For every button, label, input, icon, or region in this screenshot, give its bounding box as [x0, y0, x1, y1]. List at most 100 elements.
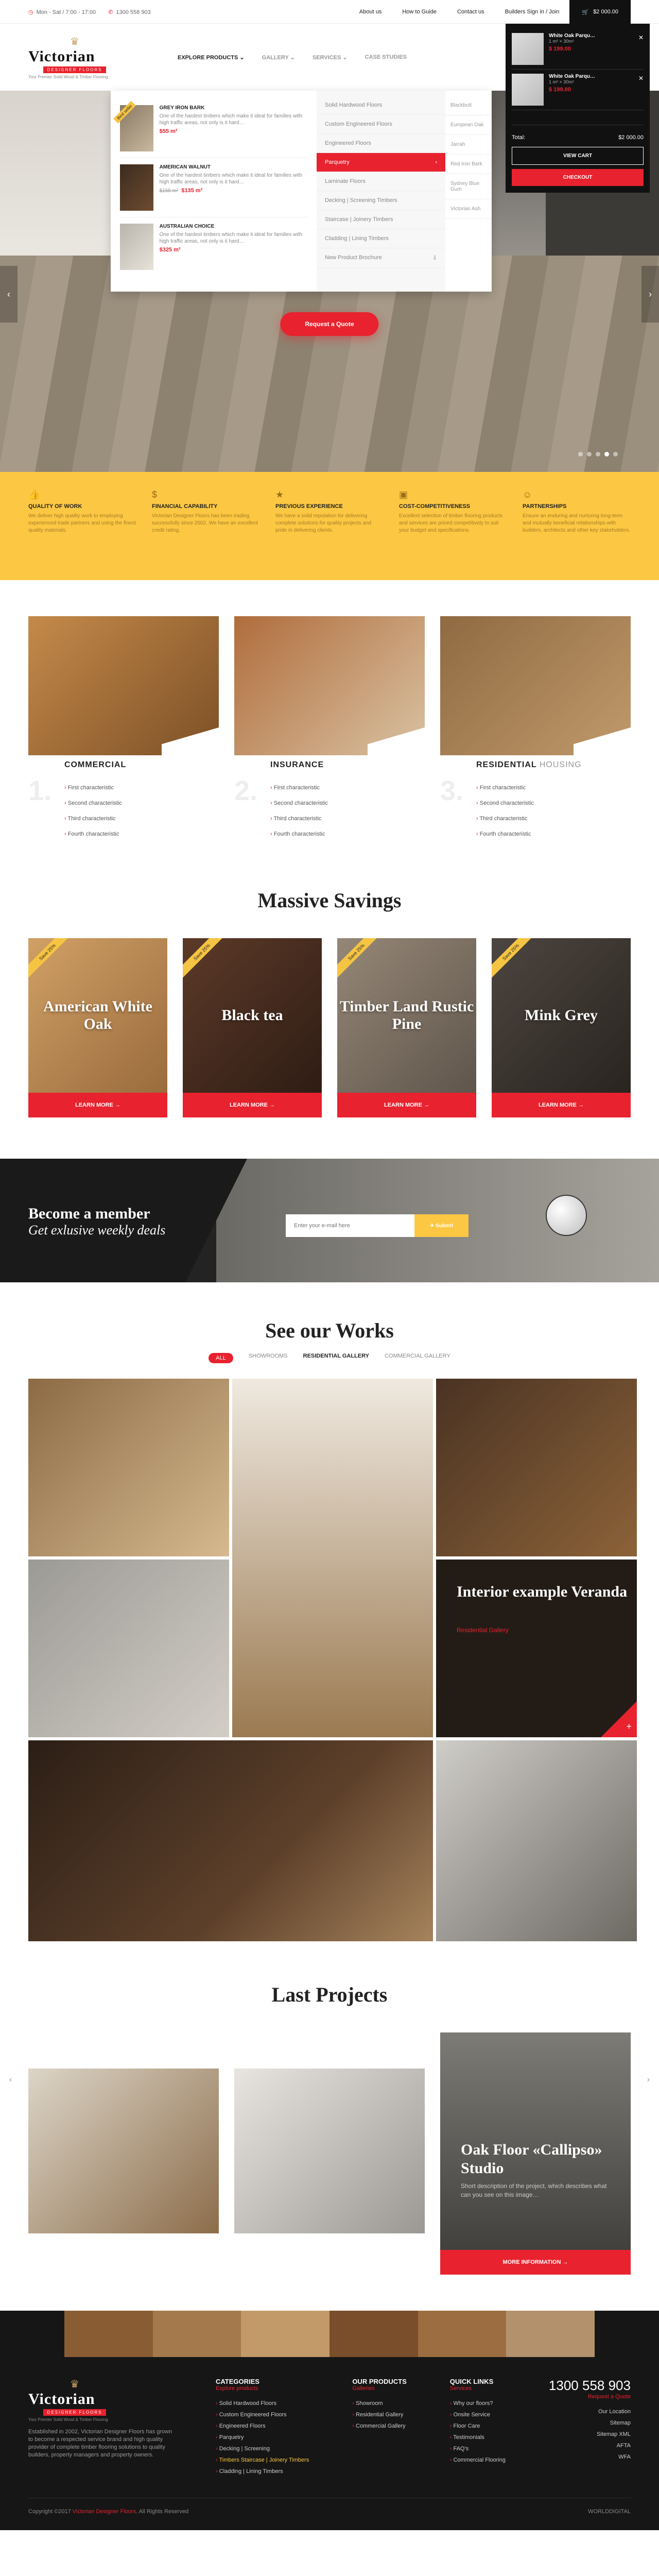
menu-product[interactable]: American Walnut One of the hardest timber…: [120, 158, 307, 217]
footer-link[interactable]: WFA: [549, 2451, 631, 2463]
learn-more-button[interactable]: Learn more →: [337, 1093, 476, 1117]
gallery-image[interactable]: [28, 1740, 433, 1941]
footer-link[interactable]: Solid Hardwood Floors: [216, 2398, 309, 2409]
menu-category[interactable]: Staircase | Joinery Timbers: [317, 210, 445, 229]
filter-showrooms[interactable]: Showrooms: [249, 1353, 288, 1363]
menu-subcategory[interactable]: Blackbutt: [445, 96, 492, 115]
plus-icon[interactable]: +: [601, 1701, 637, 1737]
phone[interactable]: ✆ 1300 558 903: [108, 9, 151, 15]
saving-card[interactable]: Save 25% Mink Grey Learn more →: [492, 938, 631, 1117]
learn-more-button[interactable]: Learn more →: [492, 1093, 631, 1117]
menu-subcategory[interactable]: Sydney Blue Gum: [445, 174, 492, 199]
footer-link[interactable]: Sitemap XML: [549, 2429, 631, 2440]
footer-link[interactable]: Our Location: [549, 2406, 631, 2417]
menu-category[interactable]: Laminate Floors: [317, 172, 445, 191]
link-builders[interactable]: Builders Sign in / Join: [495, 9, 570, 15]
footer-link[interactable]: Timbers Staircase | Joinery Timbers: [216, 2454, 309, 2466]
learn-more-button[interactable]: Learn more →: [183, 1093, 322, 1117]
gallery-image[interactable]: [436, 1740, 637, 1941]
gallery-image[interactable]: [436, 1379, 637, 1556]
footer-link[interactable]: Engineered Floors: [216, 2420, 309, 2432]
footer-link[interactable]: Sitemap: [549, 2417, 631, 2429]
filter-all[interactable]: All: [209, 1353, 233, 1363]
remove-item-icon[interactable]: ✕: [638, 75, 644, 82]
nav-services[interactable]: Services ⌄: [313, 54, 348, 61]
view-cart-button[interactable]: View Cart: [512, 147, 644, 165]
slider-dot[interactable]: [587, 452, 592, 456]
footer-link[interactable]: Commercial Gallery: [352, 2420, 406, 2432]
project-image[interactable]: [234, 2069, 425, 2233]
gallery-image[interactable]: [28, 1379, 229, 1556]
more-information-button[interactable]: More information →: [440, 2250, 631, 2275]
link-about[interactable]: About us: [349, 9, 392, 15]
menu-category[interactable]: New Product Brochure ⇩: [317, 248, 445, 268]
projects-next-icon[interactable]: ›: [647, 2075, 650, 2084]
menu-category[interactable]: Custom Engineered Floors: [317, 115, 445, 134]
footer-link[interactable]: Testimonials: [450, 2432, 506, 2443]
footer-phone[interactable]: 1300 558 903: [549, 2378, 631, 2394]
menu-product[interactable]: Best seller Grey Iron Bark One of the har…: [113, 99, 307, 158]
footer-link[interactable]: Decking | Screening: [216, 2443, 309, 2454]
cart-button[interactable]: 🛒 $2 000.00: [569, 0, 631, 24]
footer-logo[interactable]: ♛ Victorian DESIGNER FLOORS Your Premier…: [28, 2378, 142, 2422]
logo[interactable]: ♛ Victorian DESIGNER FLOORS Your Premier…: [28, 35, 142, 79]
menu-category[interactable]: Engineered Floors: [317, 134, 445, 153]
filter-commercial[interactable]: Commercial Gallery: [385, 1353, 450, 1363]
submit-button[interactable]: ✈ Submit: [414, 1214, 469, 1237]
strip-image[interactable]: [152, 2311, 241, 2357]
footer-link[interactable]: Custom Engineered Floors: [216, 2409, 309, 2420]
projects-prev-icon[interactable]: ‹: [9, 2075, 12, 2084]
slider-prev-icon[interactable]: ‹: [0, 266, 18, 323]
filter-residential[interactable]: Residential Gallery: [303, 1353, 369, 1363]
footer-link[interactable]: FAQ's: [450, 2443, 506, 2454]
nav-case-studies[interactable]: Case Studies: [365, 54, 407, 61]
checkout-button[interactable]: Checkout: [512, 169, 644, 186]
gallery-image[interactable]: [232, 1379, 433, 1737]
service-card[interactable]: 2. Insurance First characteristicSecond …: [234, 616, 425, 842]
strip-image[interactable]: [64, 2311, 153, 2357]
link-guide[interactable]: How to Guide: [392, 9, 447, 15]
credit-logo[interactable]: WORLDDIGITAL: [588, 2509, 631, 2515]
nav-explore-products[interactable]: Explore Products ⌄: [178, 54, 245, 61]
footer-link[interactable]: Commercial Flooring: [450, 2454, 505, 2466]
saving-card[interactable]: Save 25% American White Oak Learn more →: [28, 938, 167, 1117]
footer-link[interactable]: Cladding | Lining Timbers: [216, 2466, 309, 2477]
menu-subcategory[interactable]: Victorian Ash: [445, 199, 492, 219]
service-card[interactable]: 1. Commercial First characteristicSecond…: [28, 616, 219, 842]
slider-dot[interactable]: [596, 452, 600, 456]
gallery-feature[interactable]: Interior example Veranda Residential Gal…: [436, 1560, 637, 1737]
saving-card[interactable]: Save 25% Timber Land Rustic Pine Learn mo…: [337, 938, 476, 1117]
menu-product[interactable]: Australian Choice One of the hardest timb…: [120, 217, 307, 276]
menu-category[interactable]: Solid Hardwood Floors: [317, 96, 445, 115]
strip-image[interactable]: [506, 2311, 595, 2357]
slider-dot[interactable]: [604, 452, 609, 456]
link-contact[interactable]: Contact us: [447, 9, 495, 15]
slider-next-icon[interactable]: ›: [641, 266, 659, 323]
saving-card[interactable]: Save 25% Black tea Learn more →: [183, 938, 322, 1117]
gallery-image[interactable]: [28, 1560, 229, 1737]
menu-category-active[interactable]: Parquetry ›: [317, 153, 445, 172]
menu-category[interactable]: Cladding | Lining Timbers: [317, 229, 445, 248]
menu-subcategory[interactable]: Red Iron Bark: [445, 155, 492, 174]
strip-image[interactable]: [418, 2311, 507, 2357]
footer-link[interactable]: Residential Gallery: [352, 2409, 406, 2420]
request-quote-button[interactable]: Request a Quote: [280, 312, 379, 336]
strip-image[interactable]: [241, 2311, 330, 2357]
slider-dot[interactable]: [578, 452, 583, 456]
email-field[interactable]: [286, 1214, 414, 1237]
footer-link[interactable]: AFTA: [549, 2440, 631, 2451]
strip-image[interactable]: [330, 2311, 418, 2357]
nav-gallery[interactable]: Gallery ⌄: [262, 54, 295, 61]
menu-category[interactable]: Decking | Screening Timbers: [317, 191, 445, 210]
project-feature[interactable]: Oak Floor «Callipso» Studio Short descri…: [440, 2032, 631, 2275]
footer-link[interactable]: Floor Care: [450, 2420, 506, 2432]
menu-subcategory[interactable]: Jarrah: [445, 135, 492, 155]
footer-link[interactable]: Showroom: [352, 2398, 406, 2409]
project-image[interactable]: [28, 2069, 219, 2233]
footer-link[interactable]: Onsite Service: [450, 2409, 506, 2420]
footer-link[interactable]: Why our floors?: [450, 2398, 506, 2409]
slider-dot[interactable]: [613, 452, 618, 456]
remove-item-icon[interactable]: ✕: [638, 34, 644, 41]
learn-more-button[interactable]: Learn more →: [28, 1093, 167, 1117]
menu-subcategory[interactable]: European Oak: [445, 115, 492, 135]
